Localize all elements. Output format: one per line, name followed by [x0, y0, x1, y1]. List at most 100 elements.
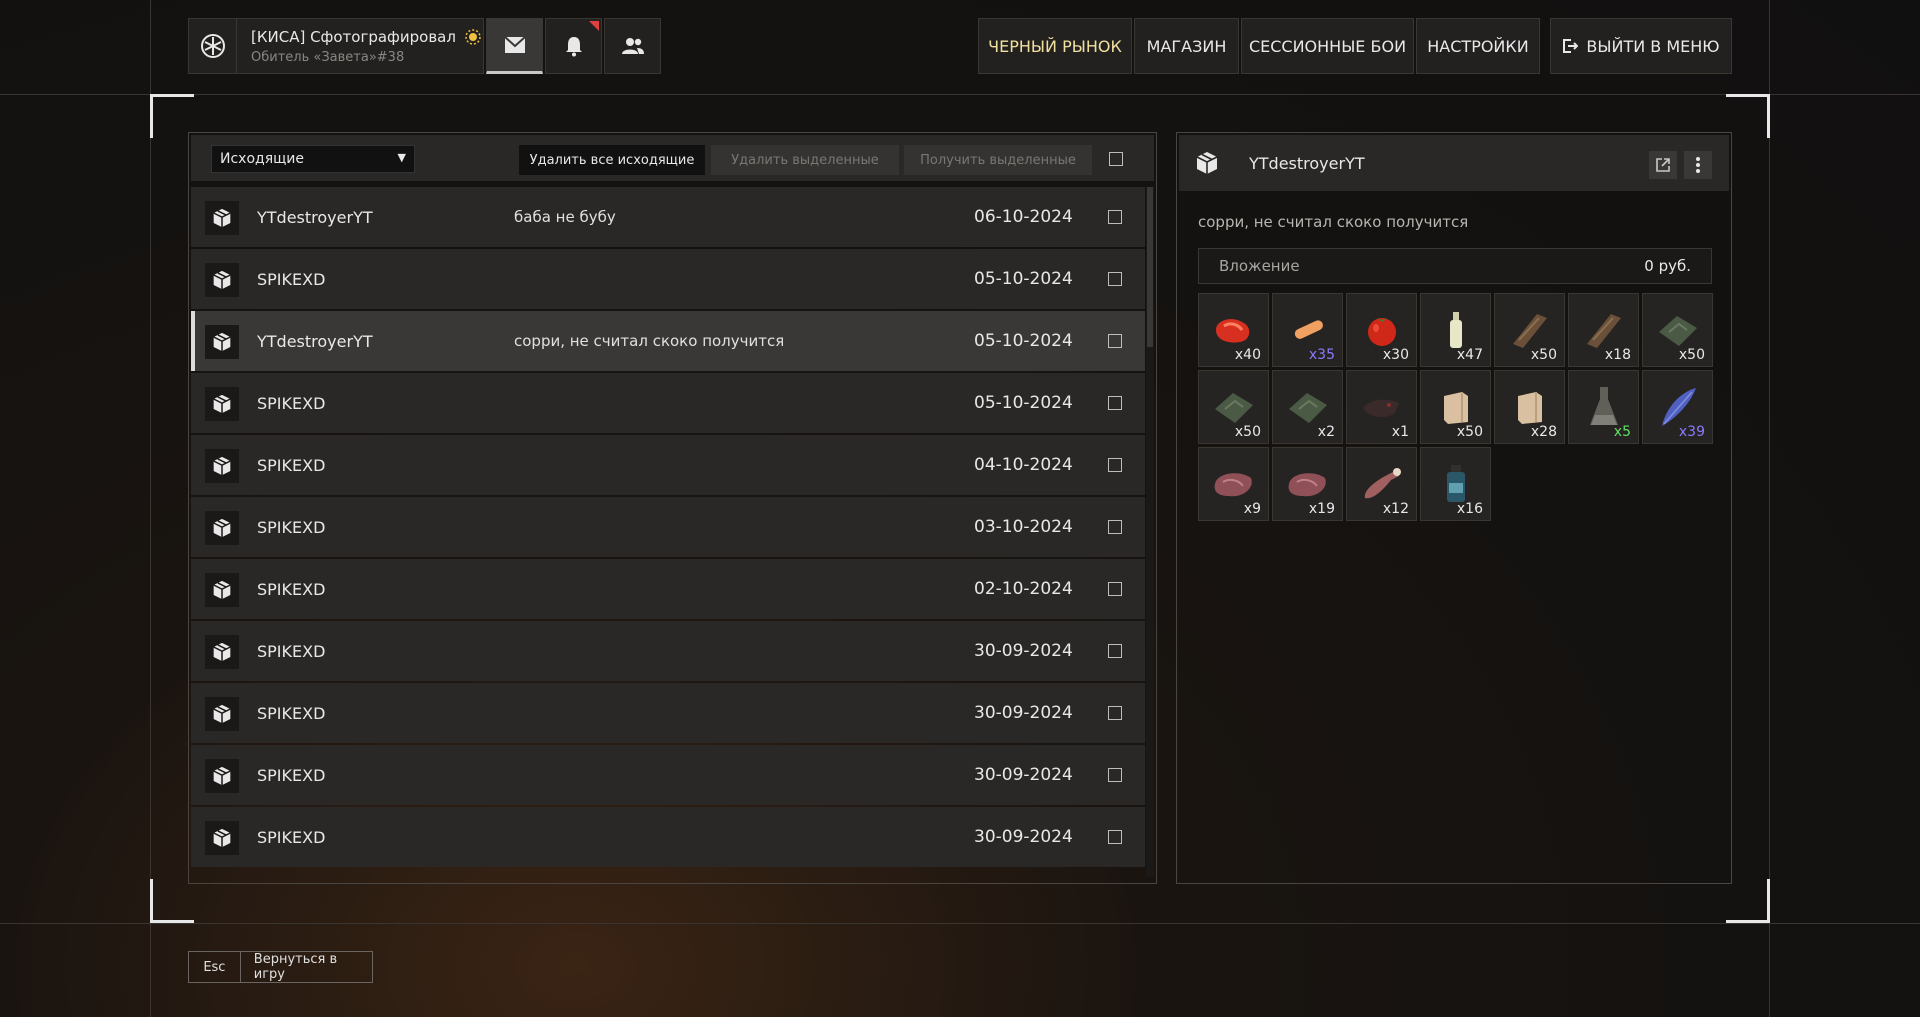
- mail-row[interactable]: SPIKEXD 04-10-2024: [191, 435, 1145, 495]
- notifications-button[interactable]: [545, 18, 602, 74]
- flask-item-icon: [1587, 385, 1621, 429]
- attachment-item[interactable]: x40: [1198, 293, 1269, 367]
- return-to-game-label: Вернуться в игру: [253, 952, 338, 982]
- mail-row-checkbox[interactable]: [1108, 644, 1122, 658]
- attachment-item-count: x50: [1678, 347, 1705, 363]
- bell-icon: [564, 35, 584, 57]
- attachment-item[interactable]: x2: [1272, 370, 1343, 444]
- attachment-item[interactable]: x50: [1420, 370, 1491, 444]
- package-icon: [205, 449, 239, 483]
- mail-row-checkbox[interactable]: [1108, 458, 1122, 472]
- select-all-checkbox[interactable]: [1109, 152, 1123, 166]
- mail-row-message: сорри, не считал скоко получится: [514, 332, 785, 350]
- shop-button[interactable]: МАГАЗИН: [1134, 18, 1239, 74]
- mail-detail-panel: YTdestroyerYT сорри, не считал скоко пол…: [1176, 132, 1732, 884]
- mail-row-checkbox[interactable]: [1108, 520, 1122, 534]
- package-icon: [205, 573, 239, 607]
- mail-row-checkbox[interactable]: [1108, 582, 1122, 596]
- green-cloth-item-icon: [1285, 387, 1331, 427]
- mail-scrollbar-thumb[interactable]: [1147, 187, 1153, 347]
- attachment-item-count: x16: [1456, 501, 1483, 517]
- mail-row[interactable]: YTdestroyerYT сорри, не считал скоко полу…: [191, 311, 1145, 371]
- profile-card[interactable]: [КИСА] Сфотографировал Обитель «Завета»#…: [188, 18, 484, 74]
- attachment-item[interactable]: x30: [1346, 293, 1417, 367]
- mail-row[interactable]: SPIKEXD 30-09-2024: [191, 621, 1145, 681]
- attachment-item[interactable]: x28: [1494, 370, 1565, 444]
- brown-strip-item-icon: [1581, 310, 1627, 350]
- mail-row-sender: YTdestroyerYT: [257, 331, 373, 351]
- mail-row-sender: SPIKEXD: [257, 269, 326, 289]
- attachment-item[interactable]: x12: [1346, 447, 1417, 521]
- mail-list-panel: Исходящие ▼ Удалить все исходящие Удалит…: [188, 132, 1157, 884]
- mail-button[interactable]: [486, 18, 543, 74]
- users-icon: [621, 36, 645, 56]
- mail-row-checkbox[interactable]: [1108, 272, 1122, 286]
- session-battles-button[interactable]: СЕССИОННЫЕ БОИ: [1241, 18, 1414, 74]
- more-options-button[interactable]: [1684, 151, 1712, 179]
- mail-row-checkbox[interactable]: [1108, 768, 1122, 782]
- esc-key-label: Esc: [189, 952, 241, 982]
- exit-menu-label: ВЫЙТИ В МЕНЮ: [1586, 36, 1720, 56]
- attachment-item-count: x47: [1456, 347, 1483, 363]
- attachment-item[interactable]: x39: [1642, 370, 1713, 444]
- raw-meat-item-icon: [1211, 466, 1257, 502]
- mail-row-checkbox[interactable]: [1108, 210, 1122, 224]
- mail-row[interactable]: YTdestroyerYT баба не бубу 06-10-2024: [191, 187, 1145, 247]
- mail-row-sender: SPIKEXD: [257, 517, 326, 537]
- mail-row-date: 30-09-2024: [974, 641, 1073, 661]
- mail-row[interactable]: SPIKEXD 30-09-2024: [191, 745, 1145, 805]
- return-to-game-button[interactable]: Esc Вернуться в игру: [188, 951, 373, 983]
- delete-all-outgoing-button[interactable]: Удалить все исходящие: [519, 145, 705, 175]
- attachment-item-count: x18: [1604, 347, 1631, 363]
- attachment-value: 0 руб.: [1644, 257, 1691, 275]
- attachment-item[interactable]: x16: [1420, 447, 1491, 521]
- attachment-item[interactable]: x50: [1494, 293, 1565, 367]
- mail-rows: YTdestroyerYT баба не бубу 06-10-2024 SPIKE…: [191, 187, 1145, 869]
- mail-row[interactable]: SPIKEXD 30-09-2024: [191, 807, 1145, 867]
- mail-row-message: баба не бубу: [514, 208, 616, 226]
- friends-button[interactable]: [604, 18, 661, 74]
- mail-row[interactable]: SPIKEXD 05-10-2024: [191, 373, 1145, 433]
- paper-bag-item-icon: [1512, 388, 1548, 426]
- open-external-button[interactable]: [1649, 151, 1677, 179]
- mail-row[interactable]: SPIKEXD 03-10-2024: [191, 497, 1145, 557]
- mail-row[interactable]: SPIKEXD 05-10-2024: [191, 249, 1145, 309]
- attachment-item[interactable]: x18: [1568, 293, 1639, 367]
- mail-icon: [503, 36, 526, 54]
- frame-line-right: [1769, 0, 1770, 1017]
- mail-row-checkbox[interactable]: [1108, 706, 1122, 720]
- mail-row-checkbox[interactable]: [1108, 334, 1122, 348]
- receive-selected-button[interactable]: Получить выделенные: [904, 145, 1092, 175]
- mail-row-checkbox[interactable]: [1108, 830, 1122, 844]
- mail-row[interactable]: SPIKEXD 02-10-2024: [191, 559, 1145, 619]
- mail-row-sender: SPIKEXD: [257, 455, 326, 475]
- attachment-item[interactable]: x19: [1272, 447, 1343, 521]
- black-market-button[interactable]: ЧЕРНЫЙ РЫНОК: [978, 18, 1132, 74]
- frame-corner-tr: [1726, 94, 1770, 138]
- attachment-item[interactable]: x5: [1568, 370, 1639, 444]
- attachment-item[interactable]: x1: [1346, 370, 1417, 444]
- delete-selected-button[interactable]: Удалить выделенные: [711, 145, 899, 175]
- mail-scrollbar[interactable]: [1146, 187, 1154, 877]
- mail-row-sender: SPIKEXD: [257, 827, 326, 847]
- attachment-item-count: x30: [1382, 347, 1409, 363]
- frame-line-left: [150, 0, 151, 1017]
- attachment-item-count: x40: [1234, 347, 1261, 363]
- attachment-item[interactable]: x9: [1198, 447, 1269, 521]
- attachment-item-count: x19: [1308, 501, 1335, 517]
- package-icon: [205, 759, 239, 793]
- mail-filter-select[interactable]: Исходящие ▼: [211, 145, 415, 173]
- mail-row-checkbox[interactable]: [1108, 396, 1122, 410]
- attachment-item[interactable]: x47: [1420, 293, 1491, 367]
- attachment-item[interactable]: x35: [1272, 293, 1343, 367]
- attachment-item-count: x39: [1678, 424, 1705, 440]
- attachment-item[interactable]: x50: [1198, 370, 1269, 444]
- caret-down-icon: ▼: [397, 151, 406, 164]
- exit-menu-button[interactable]: ВЫЙТИ В МЕНЮ: [1550, 18, 1732, 74]
- settings-button[interactable]: НАСТРОЙКИ: [1416, 18, 1540, 74]
- mail-row-sender: SPIKEXD: [257, 579, 326, 599]
- package-icon: [1195, 151, 1219, 175]
- attachment-item[interactable]: x50: [1642, 293, 1713, 367]
- mail-row[interactable]: SPIKEXD 30-09-2024: [191, 683, 1145, 743]
- mail-row-date: 04-10-2024: [974, 455, 1073, 475]
